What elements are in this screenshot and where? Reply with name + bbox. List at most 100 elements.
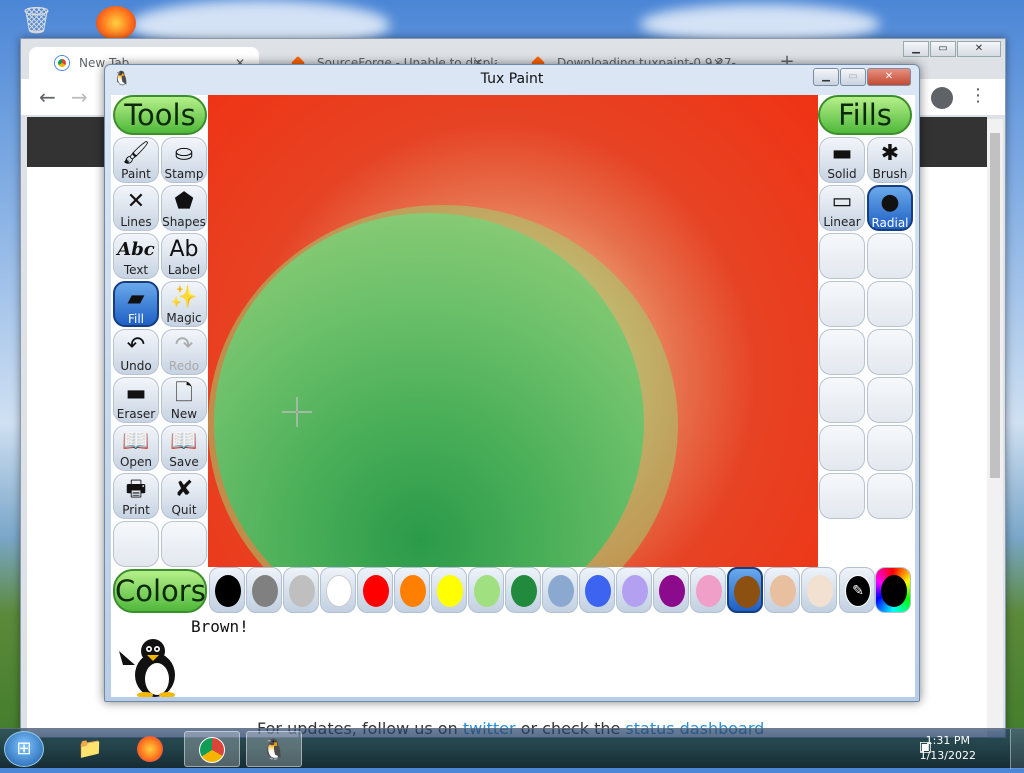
color-dot <box>734 576 760 608</box>
empty-fill-slot <box>819 473 865 519</box>
rainbow-color-button[interactable] <box>875 567 911 613</box>
tuxpaint-window-controls: ▁ ▭ ✕ <box>812 68 911 86</box>
tool-label-button[interactable]: Ab Label <box>161 233 207 279</box>
chrome-taskbar-icon[interactable] <box>184 731 240 767</box>
tool-print-button[interactable]: 🖶 Print <box>113 473 159 519</box>
tool-magic-button[interactable]: ✨ Magic <box>161 281 207 327</box>
tool-label: Text <box>123 263 149 277</box>
recycle-bin-icon[interactable]: 🗑 <box>20 6 54 40</box>
color-swatch-blue[interactable] <box>579 567 615 613</box>
color-swatch-lavender[interactable] <box>616 567 652 613</box>
tool-label: Label <box>167 263 201 277</box>
page-scrollbar[interactable] <box>987 119 1003 731</box>
color-dot <box>326 575 352 607</box>
scrollbar-thumb[interactable] <box>990 133 1000 478</box>
tool-text-button[interactable]: Abc Text <box>113 233 159 279</box>
color-swatch-tan[interactable] <box>764 567 800 613</box>
tool-label: Eraser <box>116 407 156 421</box>
tool-shapes-button[interactable]: ⬟ Shapes <box>161 185 207 231</box>
empty-fill-slot <box>819 281 865 327</box>
paintbrush-icon: 🖌 <box>122 141 150 166</box>
empty-fill-slot <box>819 377 865 423</box>
firefox-taskbar-icon[interactable] <box>122 731 178 767</box>
color-dot <box>437 575 463 607</box>
tuxpaint-maximize-button[interactable]: ▭ <box>840 68 866 86</box>
fill-solid-button[interactable]: ▬ Solid <box>819 137 865 183</box>
fill-label: Brush <box>872 167 908 181</box>
color-picker-button[interactable]: ✎ <box>839 567 875 613</box>
eraser-icon: ▬ <box>125 381 147 406</box>
tool-redo-button[interactable]: ↷ Redo <box>161 329 207 375</box>
chrome-maximize-button[interactable]: ▭ <box>930 41 956 57</box>
paint-bucket-icon: ▰ <box>127 286 145 311</box>
tool-label: Fill <box>127 312 145 326</box>
crosshair-cursor-icon <box>282 397 312 427</box>
color-swatch-sky-blue[interactable] <box>542 567 578 613</box>
fill-linear-button[interactable]: ▭ Linear <box>819 185 865 231</box>
color-dot <box>252 575 278 607</box>
tuxpaint-minimize-button[interactable]: ▁ <box>813 68 839 86</box>
tool-save-button[interactable]: 📖 Save <box>161 425 207 471</box>
color-dot <box>363 575 389 607</box>
drawing-canvas[interactable] <box>208 95 818 567</box>
tuxpaint-window: 🐧 Tux Paint ▁ ▭ ✕ Tools 🖌 Paint ⛀ Stamp ✕ Lin… <box>104 64 920 702</box>
tool-open-button[interactable]: 📖 Open <box>113 425 159 471</box>
text-icon: Abc <box>117 239 155 260</box>
fill-brush-button[interactable]: ✱ Brush <box>867 137 913 183</box>
color-swatch-brown[interactable] <box>727 567 763 613</box>
chrome-close-button[interactable]: ✕ <box>957 41 1001 57</box>
color-swatch-dark-green[interactable] <box>505 567 541 613</box>
color-swatch-white[interactable] <box>320 567 356 613</box>
tool-fill-button[interactable]: ▰ Fill <box>113 281 159 327</box>
tool-label: Quit <box>171 503 197 517</box>
fill-label: Linear <box>823 215 861 229</box>
taskbar-clock[interactable]: 1:31 PM 1/13/2022 <box>920 733 976 763</box>
back-arrow-icon[interactable]: ← <box>39 85 56 109</box>
color-swatch-beige[interactable] <box>801 567 837 613</box>
chrome-minimize-button[interactable]: ▁ <box>903 41 929 57</box>
fill-radial-button[interactable]: ● Radial <box>867 185 913 231</box>
color-swatch-purple[interactable] <box>653 567 689 613</box>
color-swatch-black[interactable] <box>209 567 245 613</box>
firefox-desktop-icon[interactable] <box>96 6 136 40</box>
profile-icon[interactable] <box>931 87 953 109</box>
color-swatch-orange[interactable] <box>394 567 430 613</box>
color-swatch-light-green[interactable] <box>468 567 504 613</box>
color-dot <box>585 575 611 607</box>
show-desktop-button[interactable] <box>1010 729 1024 769</box>
color-swatch-yellow[interactable] <box>431 567 467 613</box>
tool-label: Shapes <box>162 215 206 229</box>
start-button[interactable]: ⊞ <box>4 731 44 767</box>
tool-paint-button[interactable]: 🖌 Paint <box>113 137 159 183</box>
new-document-icon: 🗋 <box>175 381 193 406</box>
tool-quit-button[interactable]: ✘ Quit <box>161 473 207 519</box>
tool-new-button[interactable]: 🗋 New <box>161 377 207 423</box>
tool-lines-button[interactable]: ✕ Lines <box>113 185 159 231</box>
color-swatch-dark-gray[interactable] <box>246 567 282 613</box>
color-dot <box>215 575 241 607</box>
color-dot <box>548 575 574 607</box>
tuxpaint-title: Tux Paint <box>480 71 544 87</box>
menu-kebab-icon[interactable]: ⋮ <box>969 85 987 106</box>
tool-label: Redo <box>168 359 200 373</box>
tuxpaint-close-button[interactable]: ✕ <box>867 68 911 86</box>
tools-header: Tools <box>113 95 207 135</box>
empty-tool-slot <box>113 521 159 567</box>
tool-stamp-button[interactable]: ⛀ Stamp <box>161 137 207 183</box>
empty-fill-slot <box>867 233 913 279</box>
tool-undo-button[interactable]: ↶ Undo <box>113 329 159 375</box>
lines-icon: ✕ <box>126 189 146 214</box>
forward-arrow-icon[interactable]: → <box>71 85 88 109</box>
explorer-taskbar-icon[interactable]: 📁 <box>62 731 118 767</box>
solid-fill-icon: ▬ <box>831 141 853 166</box>
color-dot <box>770 575 796 607</box>
color-swatch-red[interactable] <box>357 567 393 613</box>
empty-tool-slot <box>161 521 207 567</box>
color-dot <box>696 575 722 607</box>
label-icon: Ab <box>169 237 199 262</box>
color-swatch-light-gray[interactable] <box>283 567 319 613</box>
tool-label: Save <box>169 455 199 469</box>
color-swatch-pink[interactable] <box>690 567 726 613</box>
tool-eraser-button[interactable]: ▬ Eraser <box>113 377 159 423</box>
tuxpaint-taskbar-icon[interactable]: 🐧 <box>246 731 302 767</box>
